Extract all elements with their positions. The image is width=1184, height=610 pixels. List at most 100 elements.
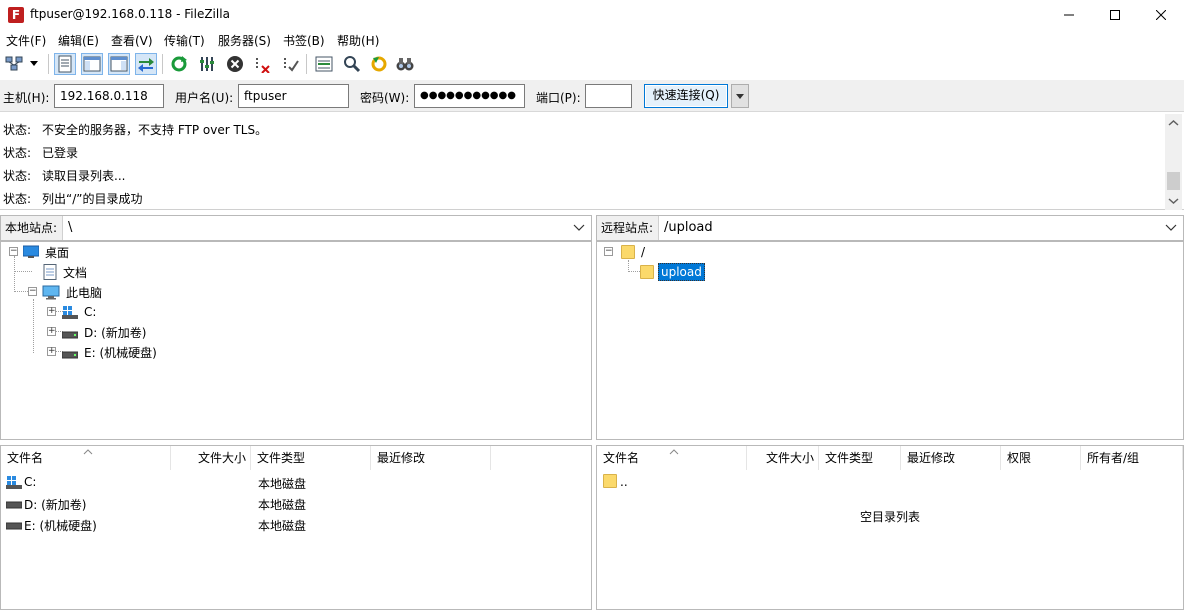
quickconnect-button[interactable]: 快速连接(Q) xyxy=(644,84,728,108)
tree-expand-toggle[interactable]: + xyxy=(47,347,56,356)
tree-item-label: E: (机械硬盘) xyxy=(84,345,157,360)
site-manager-dropdown[interactable] xyxy=(27,53,41,75)
host-input[interactable]: 192.168.0.118 xyxy=(54,84,164,108)
maximize-button[interactable] xyxy=(1092,0,1138,30)
table-row[interactable]: D: (新加卷) 本地磁盘 xyxy=(1,492,591,513)
remote-path-input[interactable]: /upload xyxy=(660,217,1160,239)
tree-item-drive-c[interactable]: C: xyxy=(62,303,98,321)
cancel-button[interactable] xyxy=(224,53,246,75)
search-button[interactable] xyxy=(394,53,416,75)
file-name: .. xyxy=(620,475,628,489)
search-binoculars-icon xyxy=(396,58,414,71)
compare-icon xyxy=(344,56,361,73)
site-manager-icon xyxy=(5,56,23,71)
menu-bar: 文件(F) 编辑(E) 查看(V) 传输(T) 服务器(S) 书签(B) 帮助(… xyxy=(0,30,1184,50)
tree-item-label: upload xyxy=(658,263,705,281)
column-header-permissions[interactable]: 权限 xyxy=(1001,446,1081,470)
column-header-filename[interactable]: 文件名 xyxy=(597,446,747,470)
toggle-log-button[interactable] xyxy=(54,53,76,75)
remote-path-dropdown[interactable] xyxy=(1165,222,1177,236)
tree-collapse-toggle[interactable]: − xyxy=(9,247,18,256)
filezilla-logo-icon: F xyxy=(8,7,24,23)
log-scrollbar[interactable] xyxy=(1165,114,1182,210)
menu-file[interactable]: 文件(F) xyxy=(6,32,46,49)
disconnect-button[interactable] xyxy=(252,53,274,75)
tree-item-drive-e[interactable]: E: (机械硬盘) xyxy=(62,343,159,361)
column-header-filesize[interactable]: 文件大小 xyxy=(747,446,819,470)
close-button[interactable] xyxy=(1138,0,1184,30)
menu-edit[interactable]: 编辑(E) xyxy=(58,32,99,49)
tree-item-documents[interactable]: 文档 xyxy=(43,263,89,281)
toggle-queue-button[interactable] xyxy=(135,53,157,75)
local-path-input[interactable]: \ xyxy=(64,217,564,239)
file-name: E: (机械硬盘) xyxy=(24,519,97,533)
scroll-thumb[interactable] xyxy=(1167,172,1180,190)
scroll-down-icon xyxy=(1168,198,1179,205)
site-manager-button[interactable] xyxy=(4,53,26,75)
process-queue-button[interactable] xyxy=(196,53,218,75)
column-header-modified[interactable]: 最近修改 xyxy=(371,446,491,470)
port-label: 端口(P): xyxy=(536,91,581,105)
toggle-remote-tree-button[interactable] xyxy=(108,53,130,75)
tree-item-upload[interactable]: upload xyxy=(640,263,705,281)
menu-help[interactable]: 帮助(H) xyxy=(337,32,379,49)
column-header-filename[interactable]: 文件名 xyxy=(1,446,171,470)
menu-server[interactable]: 服务器(S) xyxy=(218,32,271,49)
log-message: 读取目录列表... xyxy=(42,169,126,183)
document-icon xyxy=(43,264,57,280)
toggle-log-icon xyxy=(58,55,72,73)
directory-filter-button[interactable] xyxy=(313,53,335,75)
column-header-filetype[interactable]: 文件类型 xyxy=(819,446,901,470)
remote-site-label: 远程站点: xyxy=(597,216,659,240)
local-directory-tree: − 桌面 文档 − 此电脑 + C: + D: (新加卷) + E: (机械硬盘… xyxy=(0,241,592,440)
tree-item-label: 文档 xyxy=(63,265,88,280)
tree-item-desktop[interactable]: 桌面 xyxy=(23,243,71,261)
file-type: 本地磁盘 xyxy=(258,477,307,491)
username-input[interactable]: ftpuser xyxy=(238,84,349,108)
directory-filter-icon xyxy=(315,56,333,72)
sync-browse-button[interactable] xyxy=(368,53,390,75)
tree-expand-toggle[interactable]: + xyxy=(47,327,56,336)
log-status-label: 状态: xyxy=(3,192,32,206)
tree-item-label: D: (新加卷) xyxy=(84,325,147,340)
tree-expand-toggle[interactable]: + xyxy=(47,307,56,316)
minimize-icon xyxy=(1064,14,1074,16)
table-row[interactable]: .. xyxy=(597,471,1183,492)
chevron-down-icon xyxy=(573,224,585,231)
tree-item-this-pc[interactable]: 此电脑 xyxy=(42,283,104,301)
table-row[interactable]: E: (机械硬盘) 本地磁盘 xyxy=(1,513,591,534)
tree-item-drive-d[interactable]: D: (新加卷) xyxy=(62,323,148,341)
toolbar-separator xyxy=(48,54,49,74)
username-label: 用户名(U): xyxy=(175,91,234,105)
toggle-local-tree-button[interactable] xyxy=(81,53,103,75)
local-path-dropdown[interactable] xyxy=(573,222,585,236)
log-message: 已登录 xyxy=(42,146,79,160)
column-header-modified[interactable]: 最近修改 xyxy=(901,446,1001,470)
column-header-filesize[interactable]: 文件大小 xyxy=(171,446,251,470)
column-header-owner-group[interactable]: 所有者/组 xyxy=(1081,446,1183,470)
minimize-button[interactable] xyxy=(1046,0,1092,30)
tree-collapse-toggle[interactable]: − xyxy=(604,247,613,256)
log-entry: 状态: 列出“/”的目录成功 xyxy=(0,185,1160,208)
password-input[interactable]: ●●●●●●●●●●● xyxy=(414,84,525,108)
reconnect-button[interactable] xyxy=(280,53,302,75)
windows-drive-icon xyxy=(62,306,78,319)
disconnect-icon xyxy=(256,58,270,73)
empty-directory-message: 空目录列表 xyxy=(859,510,920,524)
table-row[interactable]: C: 本地磁盘 xyxy=(1,471,591,492)
tree-collapse-toggle[interactable]: − xyxy=(28,287,37,296)
compare-button[interactable] xyxy=(341,53,363,75)
port-input[interactable] xyxy=(585,84,632,108)
drive-icon xyxy=(62,351,78,359)
menu-view[interactable]: 查看(V) xyxy=(111,32,153,49)
close-icon xyxy=(1156,10,1166,20)
tree-item-root[interactable]: / xyxy=(621,243,647,261)
menu-bookmarks[interactable]: 书签(B) xyxy=(283,32,325,49)
column-header-filetype[interactable]: 文件类型 xyxy=(251,446,371,470)
refresh-button[interactable] xyxy=(168,53,190,75)
reconnect-icon xyxy=(284,58,299,72)
scroll-up-icon xyxy=(1168,119,1179,126)
menu-transfer[interactable]: 传输(T) xyxy=(164,32,205,49)
quickconnect-history-dropdown[interactable] xyxy=(731,84,749,108)
log-entry: 状态: 读取目录列表... xyxy=(0,162,1160,185)
